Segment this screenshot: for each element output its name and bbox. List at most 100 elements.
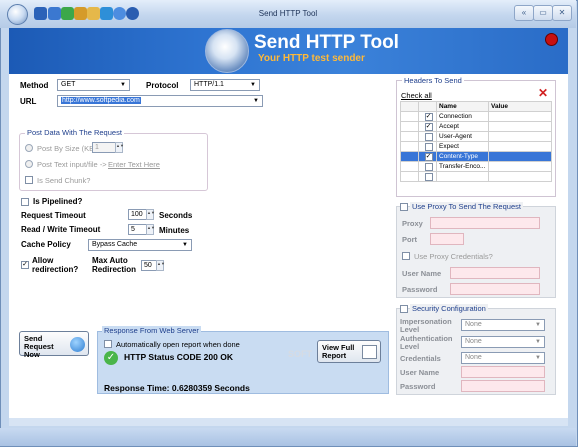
proxy-input[interactable] — [430, 217, 540, 229]
credentials-select[interactable]: None ▼ — [461, 352, 545, 364]
row-checkbox-cell[interactable]: ✓ — [418, 151, 437, 162]
row-checkbox-cell[interactable]: ✓ — [418, 121, 437, 132]
send-chunk-label: Is Send Chunk? — [37, 176, 91, 185]
authentication-select[interactable]: None ▼ — [461, 336, 545, 348]
header-row[interactable]: ✓ Content-Type — [400, 151, 552, 162]
proxy-credentials-checkbox[interactable] — [402, 252, 410, 260]
row-name[interactable]: Accept — [436, 121, 489, 132]
header-row[interactable]: Expect — [400, 141, 552, 152]
row-value[interactable] — [488, 111, 552, 122]
banner-subtitle: Your HTTP test sender — [258, 53, 365, 64]
row-value[interactable] — [488, 121, 552, 132]
row-checkbox[interactable]: ✓ — [424, 122, 433, 131]
rw-timeout-input[interactable]: 5 — [128, 224, 148, 235]
headers-title: Headers To Send — [402, 76, 464, 85]
row-checkbox[interactable] — [424, 132, 433, 141]
post-text-radio[interactable] — [25, 160, 33, 168]
security-user-label: User Name — [400, 368, 440, 377]
view-full-report-button[interactable]: View Full Report — [317, 340, 381, 363]
row-name[interactable]: Expect — [436, 141, 489, 152]
proxy-password-label: Password — [402, 285, 438, 294]
header-row[interactable]: ✓ Connection — [400, 111, 552, 122]
row-checkbox[interactable] — [424, 142, 433, 151]
report-icon — [362, 345, 377, 359]
rw-timeout-spinner[interactable]: ▲▼ — [146, 224, 155, 235]
request-timeout-input[interactable]: 100 — [128, 209, 148, 220]
row-indicator — [400, 161, 419, 172]
port-input[interactable] — [430, 233, 464, 245]
header-name-column: Name — [436, 101, 489, 112]
send-request-button[interactable]: Send Request Now — [19, 331, 89, 359]
protocol-select[interactable]: HTTP/1.1 ▼ — [190, 79, 260, 91]
response-title: Response From Web Server — [102, 326, 201, 335]
header-row[interactable] — [400, 171, 552, 182]
row-checkbox[interactable] — [424, 162, 433, 171]
row-checkbox-cell[interactable]: ✓ — [418, 111, 437, 122]
row-checkbox-cell[interactable] — [418, 161, 437, 172]
auto-open-checkbox[interactable] — [104, 340, 112, 348]
post-size-spinner[interactable]: ▲▼ — [115, 142, 124, 153]
row-name[interactable]: Content-Type — [436, 151, 489, 162]
row-value[interactable] — [488, 131, 552, 142]
header-row[interactable]: Transfer-Enco... — [400, 161, 552, 172]
security-password-input[interactable] — [461, 380, 545, 392]
row-value[interactable] — [488, 141, 552, 152]
proxy-password-input[interactable] — [450, 283, 540, 295]
row-value[interactable] — [488, 171, 552, 182]
post-size-input[interactable]: 1 — [92, 142, 117, 153]
url-input[interactable]: http://www.softpedia.com ▼ — [57, 95, 263, 107]
bug-report-icon[interactable] — [545, 33, 558, 46]
max-redirection-input[interactable]: 50 — [141, 260, 157, 271]
row-indicator — [400, 141, 419, 152]
authentication-label: Authentication Level — [400, 334, 453, 351]
http-status-text: HTTP Status CODE 200 OK — [124, 352, 233, 362]
close-button[interactable]: ✕ — [552, 5, 572, 21]
pipelined-label: Is Pipelined? — [33, 197, 83, 206]
security-checkbox[interactable] — [400, 305, 408, 313]
row-name[interactable]: User-Agent — [436, 131, 489, 142]
row-value[interactable] — [488, 161, 552, 172]
row-checkbox[interactable]: ✓ — [424, 112, 433, 121]
row-checkbox-cell[interactable] — [418, 131, 437, 142]
row-indicator — [400, 121, 419, 132]
globe-icon — [70, 337, 85, 352]
header-row-indicator — [400, 101, 419, 112]
impersonation-select[interactable]: None ▼ — [461, 319, 545, 331]
allow-redirection-checkbox[interactable]: ✓ — [21, 261, 29, 269]
response-time-text: Response Time: 0.6280359 Seconds — [104, 383, 250, 393]
request-timeout-spinner[interactable]: ▲▼ — [146, 209, 155, 220]
security-title: Security Configuration — [410, 304, 488, 313]
row-checkbox-cell[interactable] — [418, 171, 437, 182]
proxy-user-label: User Name — [402, 269, 442, 278]
method-select[interactable]: GET ▼ — [57, 79, 130, 91]
use-proxy-checkbox[interactable] — [400, 203, 408, 211]
maximize-button[interactable]: ▭ — [533, 5, 553, 21]
security-user-input[interactable] — [461, 366, 545, 378]
row-name[interactable] — [436, 171, 489, 182]
header-row[interactable]: User-Agent — [400, 131, 552, 142]
row-checkbox[interactable]: ✓ — [424, 152, 433, 161]
proxy-user-input[interactable] — [450, 267, 540, 279]
max-redirection-spinner[interactable]: ▲▼ — [156, 260, 165, 271]
cache-policy-select[interactable]: Bypass Cache ▼ — [88, 239, 192, 251]
rw-timeout-unit: Minutes — [159, 226, 190, 235]
row-value[interactable] — [488, 151, 552, 162]
pipelined-checkbox[interactable] — [21, 198, 29, 206]
protocol-label: Protocol — [146, 81, 179, 90]
enter-text-link[interactable]: Enter Text Here — [108, 160, 160, 169]
post-by-size-radio[interactable] — [25, 144, 33, 152]
cache-policy-label: Cache Policy — [21, 240, 71, 249]
impersonation-label: Impersonation Level — [400, 317, 452, 334]
row-indicator — [400, 131, 419, 142]
header-row[interactable]: ✓ Accept — [400, 121, 552, 132]
minimize-button[interactable]: « — [514, 5, 534, 21]
row-checkbox[interactable] — [424, 172, 433, 181]
check-all-link[interactable]: Check all — [401, 91, 432, 100]
row-checkbox-cell[interactable] — [418, 141, 437, 152]
header-check-column — [418, 101, 437, 112]
row-name[interactable]: Connection — [436, 111, 489, 122]
row-name[interactable]: Transfer-Enco... — [436, 161, 489, 172]
delete-icon[interactable]: ✕ — [538, 86, 548, 100]
send-chunk-checkbox[interactable] — [25, 176, 33, 184]
client-footer — [9, 418, 568, 426]
